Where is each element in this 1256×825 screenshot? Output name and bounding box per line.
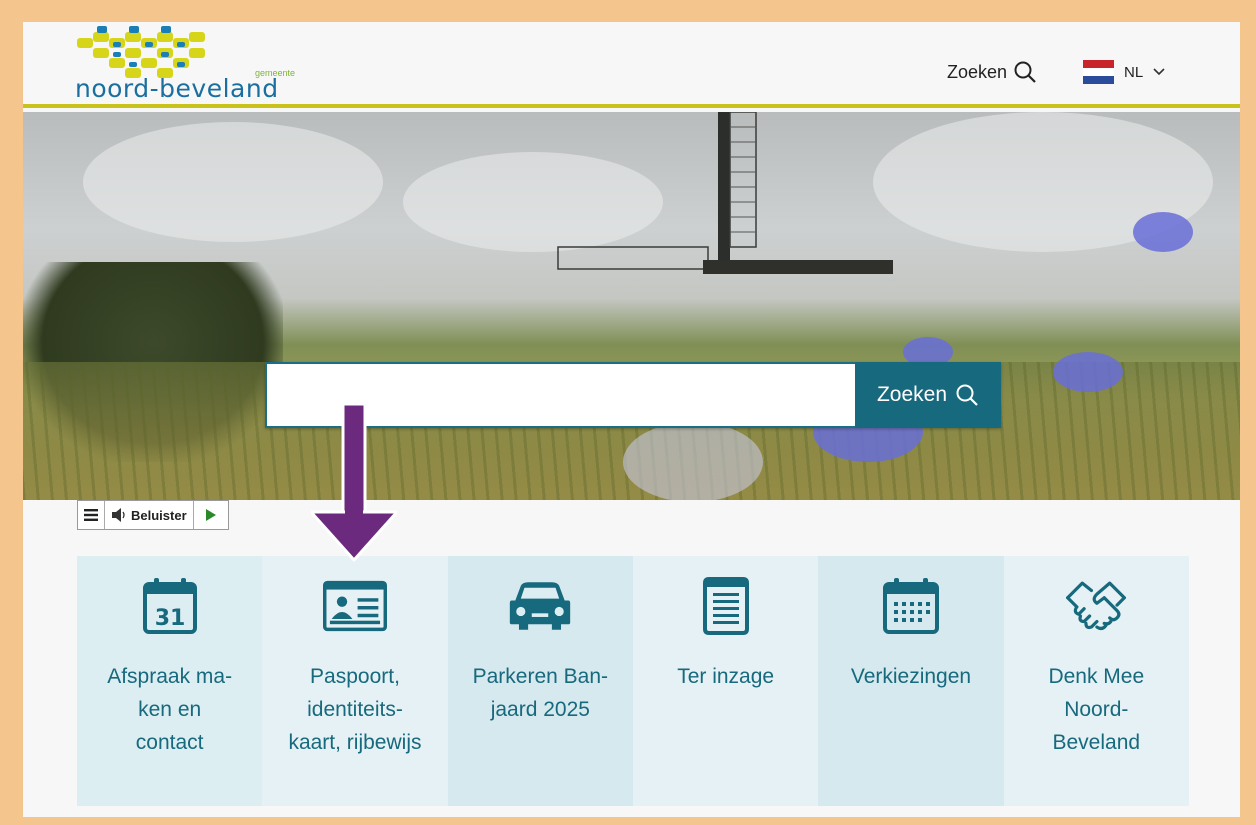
quick-links: 31 Afspraak ma-ken en contact Paspoort, i…: [77, 556, 1189, 806]
search-icon: [956, 384, 978, 406]
tile-label: Parkeren Ban-jaard 2025: [472, 665, 609, 721]
search-button[interactable]: Zoeken: [855, 362, 1001, 428]
tile-ter-inzage[interactable]: Ter inzage: [632, 556, 819, 806]
annotation-arrow-icon: [311, 404, 397, 562]
menu-icon: [84, 509, 98, 521]
language-selector[interactable]: NL: [1083, 60, 1165, 84]
tile-denk-mee[interactable]: Denk Mee Noord- Beveland: [1003, 556, 1189, 806]
tile-label: Verkiezingen: [850, 665, 972, 688]
cornflower: [1053, 352, 1123, 392]
hero-banner: Zoeken: [23, 112, 1240, 500]
tile-parkeren[interactable]: Parkeren Ban-jaard 2025: [447, 556, 633, 806]
header-search-label: Zoeken: [947, 61, 1008, 82]
cornflower: [1133, 212, 1193, 252]
listen-label: Beluister: [131, 507, 187, 523]
logo-text: noord-beveland: [75, 74, 279, 103]
calendar-31-icon: 31: [138, 574, 202, 638]
windmill-image: [557, 112, 893, 274]
municipality-logo[interactable]: gemeente noord-beveland: [75, 24, 335, 103]
cornflower: [623, 422, 763, 500]
cloud: [83, 122, 383, 242]
readspeaker-play-button[interactable]: [194, 501, 228, 529]
logo-honeycomb-icon: [77, 26, 205, 78]
readspeaker-toolbar: Beluister: [77, 500, 229, 530]
readspeaker-menu-button[interactable]: [78, 501, 105, 529]
play-icon: [205, 509, 216, 521]
tile-label: Ter inzage: [677, 665, 775, 688]
tile-afspraak[interactable]: 31 Afspraak ma-ken en contact: [77, 556, 263, 806]
id-card-icon: [322, 574, 387, 638]
tile-verkiezingen[interactable]: Verkiezingen: [818, 556, 1004, 806]
language-label: NL: [1124, 63, 1144, 81]
search-button-label: Zoeken: [876, 383, 948, 406]
tile-label: Afspraak ma-ken en contact: [107, 665, 233, 754]
page: gemeente noord-beveland Zoeken NL Zoeken…: [23, 22, 1240, 817]
tile-label: Paspoort, identiteits-kaart, rijbewijs: [288, 665, 422, 754]
calendar-grid-icon: [879, 574, 943, 638]
document-icon: [694, 574, 758, 638]
site-header: gemeente noord-beveland Zoeken NL: [23, 22, 1240, 108]
car-icon: [508, 574, 572, 638]
dutch-flag-icon: [1083, 60, 1114, 84]
search-icon: [1014, 61, 1036, 83]
handshake-icon: [1064, 574, 1128, 638]
tile-label: Denk Mee Noord- Beveland: [1048, 665, 1145, 754]
chevron-down-icon: [1153, 68, 1165, 76]
svg-text:31: 31: [154, 606, 185, 631]
readspeaker-listen-button[interactable]: Beluister: [105, 501, 194, 529]
header-search-button[interactable]: Zoeken: [947, 60, 1037, 84]
tile-paspoort[interactable]: Paspoort, identiteits-kaart, rijbewijs: [262, 556, 448, 806]
speaker-icon: [112, 508, 125, 522]
